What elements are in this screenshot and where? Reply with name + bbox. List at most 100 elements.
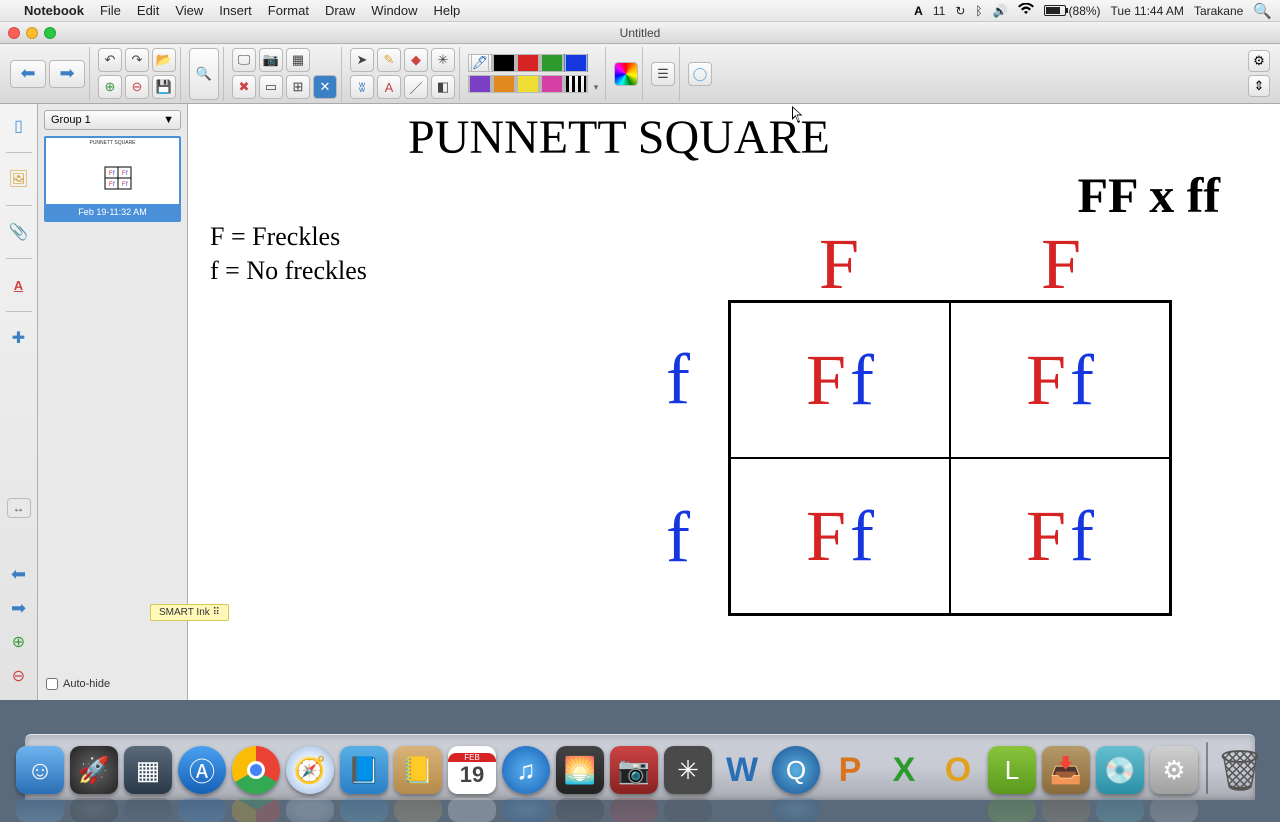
dock-contacts[interactable]: 📒: [394, 746, 442, 794]
pen-blue[interactable]: [564, 54, 588, 72]
dock-finder[interactable]: ☺: [16, 746, 64, 794]
dock-word[interactable]: W: [718, 746, 766, 794]
timemachine-icon[interactable]: ↻: [955, 4, 965, 18]
color-picker-button[interactable]: [614, 62, 638, 86]
smart-blocks-button[interactable]: ✕: [313, 75, 337, 99]
volume-icon[interactable]: 🔊: [993, 4, 1008, 18]
measurement-button[interactable]: ◯: [688, 62, 712, 86]
camera-button[interactable]: 📷: [259, 48, 283, 72]
zoom-button[interactable]: [44, 27, 56, 39]
undo-button[interactable]: ↶: [98, 48, 122, 72]
wifi-icon[interactable]: [1018, 3, 1034, 18]
slide-thumbnail-1[interactable]: Ff Ff Ff Ff Feb 19-11:32 AM: [44, 136, 181, 222]
page-sorter-tab[interactable]: ▯: [5, 112, 33, 140]
dock-app-c[interactable]: ⚙: [1150, 746, 1198, 794]
prev-slide-blue[interactable]: ⬅: [5, 560, 33, 588]
pen-dashed[interactable]: [564, 75, 588, 93]
move-sidebar-button[interactable]: ↔: [7, 498, 31, 518]
table-button[interactable]: ⊞: [286, 75, 310, 99]
dock-safari[interactable]: 🧭: [286, 746, 334, 794]
addons-tab[interactable]: ✚: [5, 324, 33, 352]
dock-launchpad[interactable]: 🚀: [70, 746, 118, 794]
pen-red[interactable]: [516, 54, 540, 72]
creative-pen-button[interactable]: ʬ: [350, 75, 374, 99]
close-button[interactable]: [8, 27, 20, 39]
add-slide-button[interactable]: ⊕: [5, 628, 33, 656]
bluetooth-icon[interactable]: ᛒ: [975, 4, 982, 18]
pen-black-thick[interactable]: 🖊: [468, 54, 492, 72]
pen-orange[interactable]: [492, 75, 516, 93]
dock-powerpoint[interactable]: P: [826, 746, 874, 794]
pen-tool-button[interactable]: ✎: [377, 48, 401, 72]
save-button[interactable]: 💾: [152, 75, 176, 99]
canvas[interactable]: PUNNETT SQUARE FF x ff F = Freckles f = …: [188, 104, 1280, 700]
gallery-tab[interactable]: 🖼: [5, 165, 33, 193]
battery-icon[interactable]: (88%): [1044, 4, 1101, 18]
dock-appstore[interactable]: Ⓐ: [178, 746, 226, 794]
magic-pen-button[interactable]: ✳: [431, 48, 455, 72]
menu-help[interactable]: Help: [434, 3, 461, 18]
menu-window[interactable]: Window: [371, 3, 417, 18]
auto-hide-checkbox[interactable]: Auto-hide: [44, 674, 181, 694]
attachments-tab[interactable]: 📎: [5, 218, 33, 246]
next-page-button[interactable]: ➡: [49, 60, 85, 88]
dock-wolfram[interactable]: ✳: [664, 746, 712, 794]
pen-black[interactable]: [492, 54, 516, 72]
menu-format[interactable]: Format: [268, 3, 309, 18]
screenshot-button[interactable]: 🖵: [232, 48, 256, 72]
shapes-button[interactable]: ◆: [404, 48, 428, 72]
dock-photobooth[interactable]: 📷: [610, 746, 658, 794]
pen-purple[interactable]: [468, 75, 492, 93]
dock-app-b[interactable]: 💿: [1096, 746, 1144, 794]
adobe-icon[interactable]: A: [914, 4, 923, 18]
new-page-button[interactable]: ⊕: [98, 75, 122, 99]
dock-excel[interactable]: X: [880, 746, 928, 794]
properties-tab[interactable]: A: [5, 271, 33, 299]
group-selector[interactable]: Group 1 ▼: [44, 110, 181, 130]
eraser-tool-button[interactable]: ◧: [431, 75, 455, 99]
dock-iphoto[interactable]: 🌅: [556, 746, 604, 794]
select-tool-button[interactable]: ➤: [350, 48, 374, 72]
dock-lync[interactable]: L: [988, 746, 1036, 794]
dock-quicktime[interactable]: Q: [772, 746, 820, 794]
dock-itunes[interactable]: ♫: [502, 746, 550, 794]
dock-mission-control[interactable]: ▦: [124, 746, 172, 794]
dropdown-chevron-icon[interactable]: ▾: [591, 82, 601, 93]
dock-trash[interactable]: 🗑: [1216, 746, 1264, 794]
redo-button[interactable]: ↷: [125, 48, 149, 72]
dock-app-a[interactable]: 📥: [1042, 746, 1090, 794]
text-tool-button[interactable]: A: [377, 75, 401, 99]
delete-page-button[interactable]: ⊖: [125, 75, 149, 99]
document-camera-button[interactable]: ▦: [286, 48, 310, 72]
next-slide-blue[interactable]: ➡: [5, 594, 33, 622]
remove-slide-button[interactable]: ⊖: [5, 662, 33, 690]
auto-hide-input[interactable]: [46, 678, 58, 690]
dock-chrome[interactable]: [232, 746, 280, 794]
menubar-app[interactable]: Notebook: [24, 3, 84, 18]
clear-button[interactable]: ✖: [232, 75, 256, 99]
menubar-clock[interactable]: Tue 11:44 AM: [1111, 4, 1184, 18]
pen-magenta[interactable]: [540, 75, 564, 93]
dock-calendar[interactable]: FEB 19: [448, 746, 496, 794]
line-tool-button[interactable]: ／: [404, 75, 428, 99]
menubar-user[interactable]: Tarakane: [1194, 4, 1243, 18]
spotlight-icon[interactable]: 🔍: [1253, 2, 1272, 20]
properties-button[interactable]: ☰: [651, 62, 675, 86]
prev-page-button[interactable]: ⬅: [10, 60, 46, 88]
dock-outlook[interactable]: O: [934, 746, 982, 794]
menu-edit[interactable]: Edit: [137, 3, 159, 18]
expand-toolbar-button[interactable]: ⇕: [1248, 75, 1270, 97]
menu-draw[interactable]: Draw: [325, 3, 355, 18]
screen-shade-button[interactable]: ▭: [259, 75, 283, 99]
screen-capture-button[interactable]: 🔍: [189, 48, 219, 100]
menu-insert[interactable]: Insert: [219, 3, 252, 18]
open-button[interactable]: 📂: [152, 48, 176, 72]
menu-file[interactable]: File: [100, 3, 121, 18]
settings-button[interactable]: ⚙: [1248, 50, 1270, 72]
smart-ink-badge[interactable]: SMART Ink ⠿: [150, 604, 229, 621]
pen-yellow[interactable]: [516, 75, 540, 93]
minimize-button[interactable]: [26, 27, 38, 39]
pen-green[interactable]: [540, 54, 564, 72]
dock-notebook[interactable]: 📘: [340, 746, 388, 794]
menu-view[interactable]: View: [175, 3, 203, 18]
